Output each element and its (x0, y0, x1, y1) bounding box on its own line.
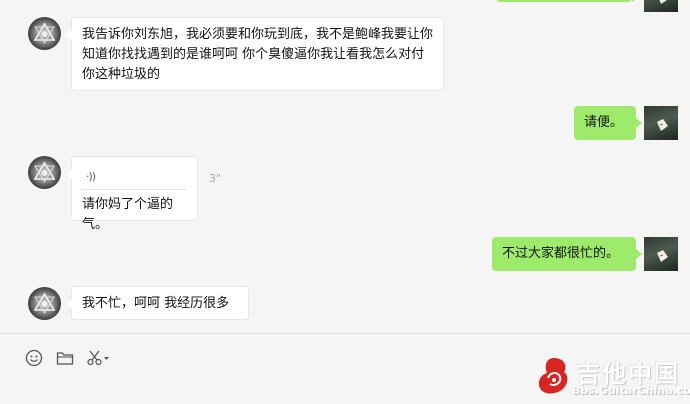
message-text: 我不忙，呵呵 我经历很多 (82, 296, 230, 311)
message-bubble-sent[interactable]: 请便。 (574, 106, 642, 140)
avatar-self[interactable] (644, 0, 678, 12)
message-text: 请便。 (584, 115, 624, 130)
watermark-subtitle: Bbs.GuitarChina.com (572, 384, 690, 397)
avatar-contact[interactable] (28, 17, 61, 50)
voice-duration: 3" (209, 172, 222, 185)
voice-wave-icon[interactable]: ·)) (86, 167, 96, 187)
chat-area: 我告诉你刘东旭，我必须要和你玩到底，我不是鲍峰我要让你知道你找找遇到的是谁呵呵 … (0, 0, 690, 333)
emoji-icon[interactable] (24, 348, 44, 368)
voice-transcript: 请你妈了个逼的气。 (82, 197, 174, 232)
avatar-self[interactable] (644, 237, 678, 271)
message-bubble-sent-partial[interactable] (496, 0, 638, 2)
voice-message-bubble[interactable]: ·)) 请你妈了个逼的气。 (66, 156, 198, 232)
guitar-logo-icon (538, 358, 568, 394)
folder-icon[interactable] (55, 348, 75, 368)
watermark-logo: 吉他中国 Bbs.GuitarChina.com (530, 348, 690, 404)
avatar-contact[interactable] (28, 287, 61, 320)
message-text: 不过大家都很忙的。 (502, 246, 620, 261)
avatar-contact[interactable] (28, 156, 61, 189)
message-bubble-sent[interactable]: 不过大家都很忙的。 (492, 237, 642, 271)
message-text: 我告诉你刘东旭，我必须要和你玩到底，我不是鲍峰我要让你知道你找找遇到的是谁呵呵 … (82, 27, 434, 82)
scissors-icon[interactable] (86, 348, 112, 368)
input-toolbar: 吉他中国 Bbs.GuitarChina.com (0, 333, 690, 404)
message-bubble-received[interactable]: 我告诉你刘东旭，我必须要和你玩到底，我不是鲍峰我要让你知道你找找遇到的是谁呵呵 … (66, 17, 444, 91)
voice-play-row[interactable]: ·)) (82, 163, 187, 190)
message-bubble-received[interactable]: 我不忙，呵呵 我经历很多 (66, 286, 249, 320)
avatar-self[interactable] (644, 106, 678, 140)
